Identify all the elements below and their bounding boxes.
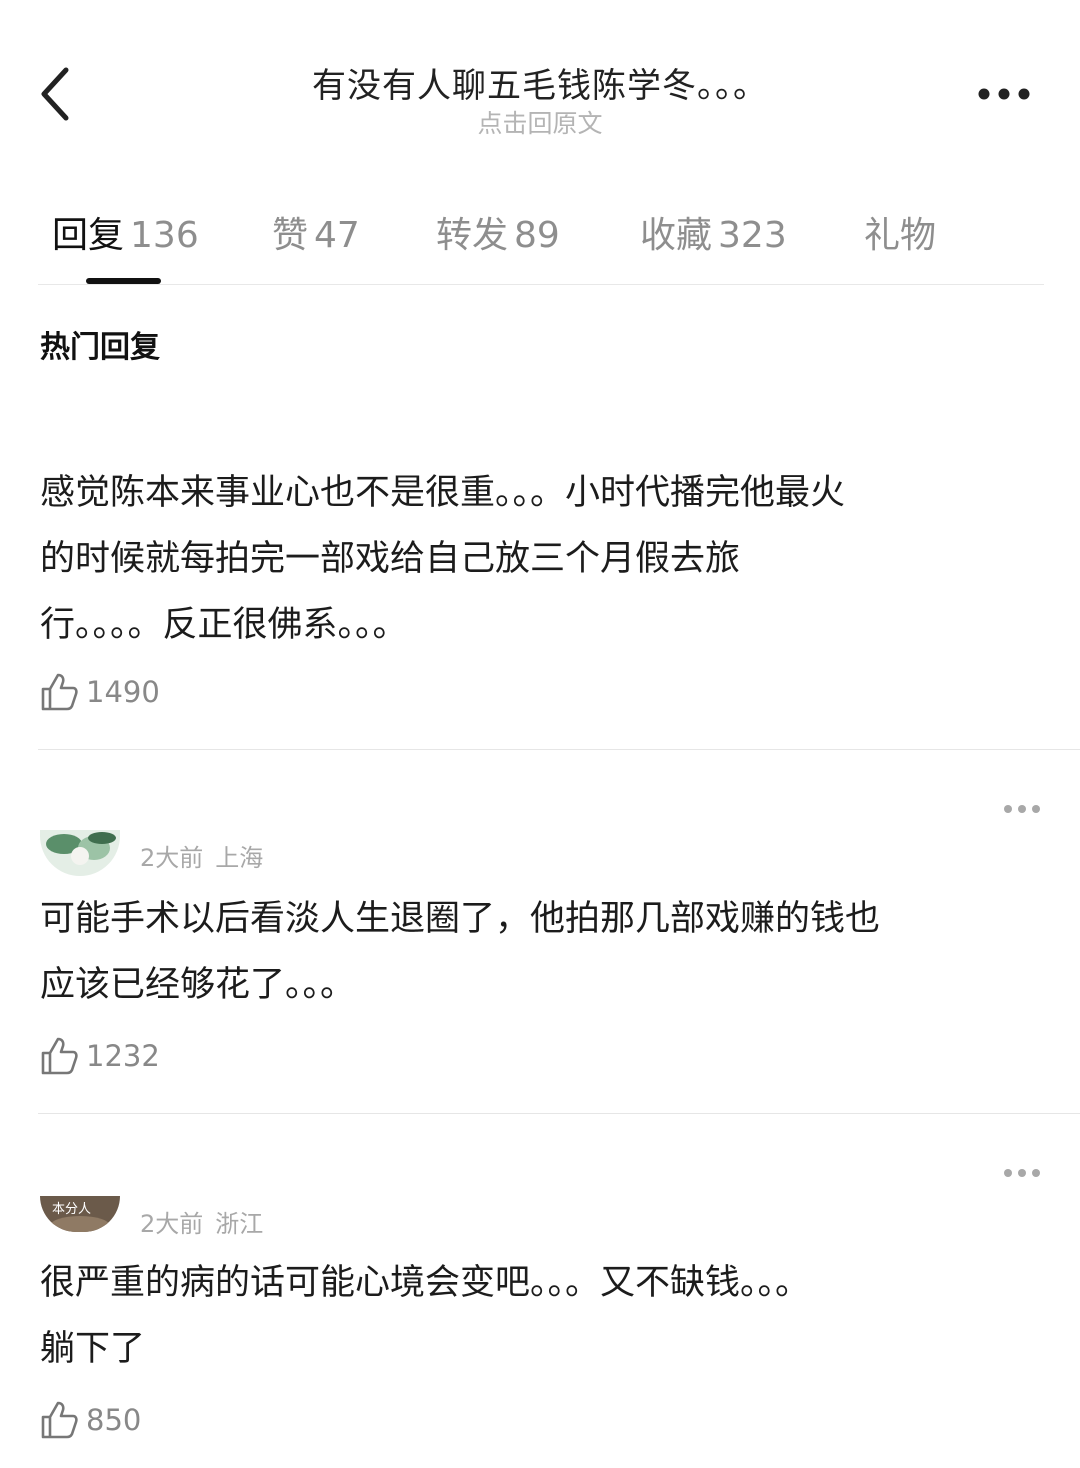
tab-label: 赞 [272, 215, 309, 256]
tab-favorites[interactable]: 收藏 323 [640, 206, 787, 258]
comment-line: 行。。。。反正很佛系。。。 [40, 605, 408, 645]
thumbs-up-icon [41, 673, 78, 711]
comment-location: 浙江 [215, 1210, 264, 1238]
avatar[interactable]: 本分人 [40, 1196, 120, 1232]
tab-gifts[interactable]: 礼物 [864, 206, 936, 258]
comment-more-button[interactable] [1002, 1165, 1042, 1179]
tab-reposts[interactable]: 转发 89 [436, 206, 560, 258]
thumbs-up-icon [41, 1037, 78, 1075]
more-button[interactable] [976, 82, 1032, 106]
more-dots-icon [1004, 805, 1040, 813]
comment-more-button[interactable] [1002, 801, 1042, 815]
section-title: 热门回复 [40, 330, 160, 365]
tab-bar: 回复 136 赞 47 转发 89 收藏 323 礼物 [0, 196, 1080, 286]
comment-time: 2大前 [140, 844, 204, 872]
comment-text: 感觉陈本来事业心也不是很重。。。小时代播完他最火 的时候就每拍完一部戏给自己放三… [40, 460, 1040, 658]
comment-line: 的时候就每拍完一部戏给自己放三个月假去旅 [40, 539, 741, 579]
comment-text: 很严重的病的话可能心境会变吧。。。又不缺钱。。。 躺下了 [40, 1250, 1040, 1382]
comment-line: 躺下了 [40, 1329, 146, 1369]
like-button[interactable]: 1490 [40, 672, 160, 712]
comment-time: 2大前 [140, 1210, 204, 1238]
tab-label: 回复 [52, 215, 125, 256]
tab-label: 收藏 [640, 215, 713, 256]
like-count: 850 [86, 1403, 142, 1437]
avatar[interactable] [40, 830, 120, 876]
comment-line: 很严重的病的话可能心境会变吧。。。又不缺钱。。。 [40, 1263, 811, 1303]
divider [38, 749, 1080, 750]
comment-text: 可能手术以后看淡人生退圈了，他拍那几部戏赚的钱也 应该已经够花了。。。 [40, 886, 1040, 1018]
tab-label: 转发 [436, 215, 509, 256]
comment-location: 上海 [215, 844, 264, 872]
tab-likes[interactable]: 赞 47 [272, 206, 360, 258]
top-bar: 有没有人聊五毛钱陈学冬。。。 点击回原文 [0, 0, 1080, 150]
divider [38, 284, 1044, 285]
tab-count: 89 [514, 215, 560, 256]
tab-label: 礼物 [864, 215, 937, 256]
like-count: 1232 [86, 1039, 160, 1073]
more-dots-icon [1004, 1169, 1040, 1177]
tab-count: 136 [130, 215, 199, 256]
comment-meta: 2大前 上海 [140, 838, 275, 873]
comment-line: 应该已经够花了。。。 [40, 965, 356, 1005]
page-title: 有没有人聊五毛钱陈学冬。。。 [312, 66, 768, 106]
tab-count: 323 [718, 215, 787, 256]
more-dots-icon [978, 88, 1030, 100]
avatar-label: 本分人 [52, 1202, 92, 1217]
comment-line: 感觉陈本来事业心也不是很重。。。小时代播完他最火 [40, 473, 846, 513]
tab-count: 47 [314, 215, 360, 256]
tab-replies[interactable]: 回复 136 [52, 206, 199, 258]
thumbs-up-icon [41, 1401, 78, 1439]
back-to-original-link[interactable]: 点击回原文 [0, 104, 1080, 140]
comment-meta: 2大前 浙江 [140, 1204, 275, 1239]
divider [38, 1113, 1080, 1114]
like-button[interactable]: 850 [40, 1400, 141, 1440]
like-count: 1490 [86, 675, 160, 709]
like-button[interactable]: 1232 [40, 1036, 160, 1076]
comment-line: 可能手术以后看淡人生退圈了，他拍那几部戏赚的钱也 [40, 899, 881, 939]
